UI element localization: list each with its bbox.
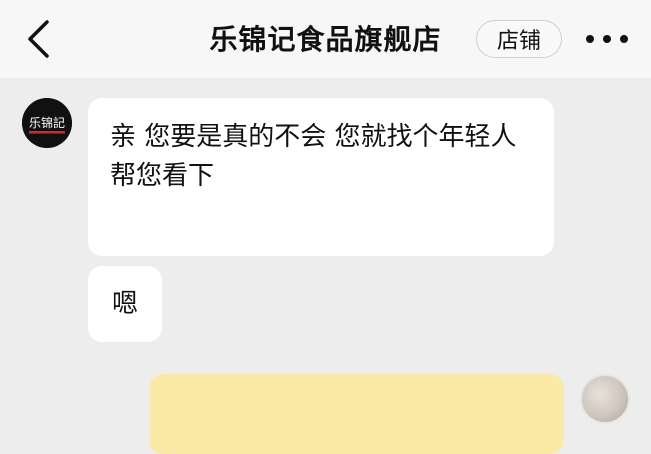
more-dot-icon bbox=[620, 35, 628, 43]
chat-header: 乐锦记食品旗舰店 店铺 bbox=[0, 0, 651, 78]
shop-avatar[interactable]: 乐锦記 bbox=[22, 98, 72, 148]
chevron-left-icon bbox=[28, 20, 49, 58]
more-dot-icon bbox=[603, 35, 611, 43]
svg-text:乐锦記: 乐锦記 bbox=[29, 115, 65, 130]
message-bubble-incoming: 亲 您要是真的不会 您就找个年轻人帮您看下 bbox=[88, 98, 554, 256]
back-button[interactable] bbox=[18, 16, 58, 62]
shop-logo: 乐锦記 bbox=[22, 98, 72, 148]
shop-button[interactable]: 店铺 bbox=[476, 20, 562, 58]
more-dot-icon bbox=[586, 35, 594, 43]
more-button[interactable] bbox=[586, 30, 628, 48]
user-avatar[interactable] bbox=[580, 374, 630, 424]
message-bubble-outgoing bbox=[149, 374, 564, 454]
message-bubble-incoming: 嗯 bbox=[88, 266, 162, 342]
